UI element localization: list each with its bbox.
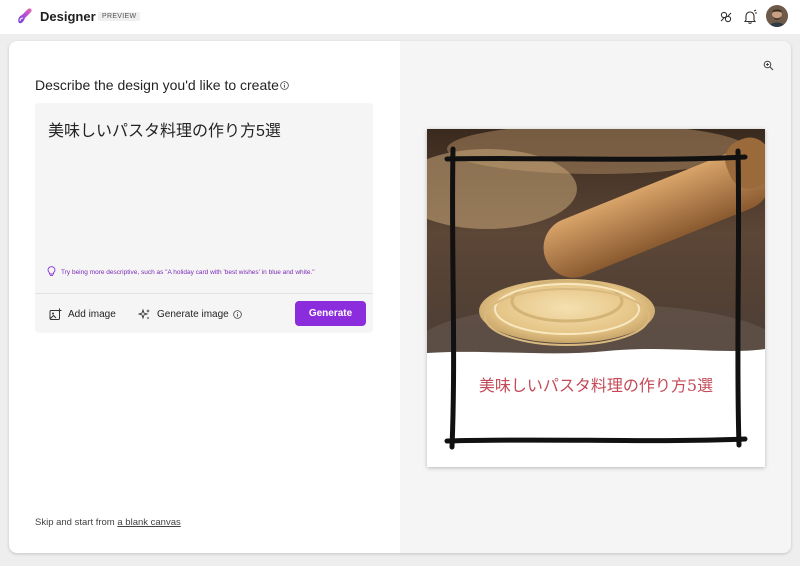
skip-prefix: Skip and start from bbox=[35, 517, 118, 528]
avatar[interactable] bbox=[766, 5, 788, 27]
divider bbox=[35, 293, 373, 294]
skip-text: Skip and start from a blank canvas bbox=[35, 517, 181, 528]
top-bar: Designer PREVIEW bbox=[0, 0, 800, 34]
generate-image-button[interactable]: Generate image bbox=[138, 305, 242, 323]
info-icon[interactable] bbox=[232, 309, 242, 319]
generate-image-label: Generate image bbox=[157, 308, 229, 320]
preview-badge: PREVIEW bbox=[98, 12, 141, 21]
lightbulb-icon bbox=[47, 266, 56, 276]
info-icon[interactable] bbox=[280, 81, 289, 90]
app-title: Designer bbox=[40, 9, 96, 24]
add-image-button[interactable]: Add image bbox=[49, 305, 116, 323]
preview-title: 美味しいパスタ料理の作り方5選 bbox=[478, 376, 714, 395]
designer-logo-icon[interactable] bbox=[15, 7, 35, 27]
design-preview[interactable]: 美味しいパスタ料理の作り方5選 bbox=[427, 129, 765, 467]
prompt-box: 美味しいパスタ料理の作り方5選 Try being more descripti… bbox=[35, 103, 373, 333]
zoom-in-icon[interactable] bbox=[763, 60, 774, 71]
add-image-label: Add image bbox=[68, 308, 116, 320]
sparkle-icon bbox=[138, 308, 150, 319]
main-card: Describe the design you'd like to create… bbox=[9, 41, 791, 553]
add-image-icon bbox=[49, 308, 62, 320]
brush-frame bbox=[444, 146, 748, 450]
prompt-input[interactable]: 美味しいパスタ料理の作り方5選 bbox=[48, 117, 281, 141]
blank-canvas-link[interactable]: a blank canvas bbox=[117, 517, 180, 528]
prompt-heading: Describe the design you'd like to create bbox=[35, 77, 279, 93]
notifications-icon[interactable] bbox=[742, 9, 758, 25]
generate-button[interactable]: Generate bbox=[295, 301, 366, 326]
hint-text: Try being more descriptive, such as "A h… bbox=[61, 269, 315, 276]
share-icon[interactable] bbox=[718, 9, 734, 25]
